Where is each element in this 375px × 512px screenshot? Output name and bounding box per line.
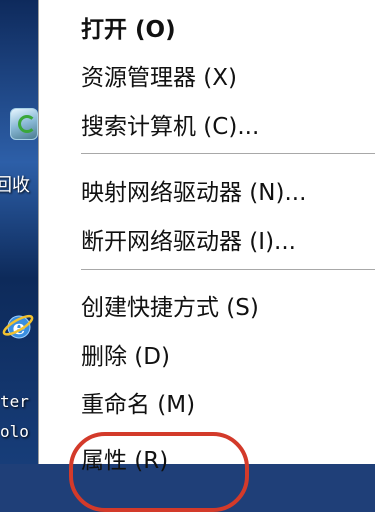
- ie-label-line2: olo: [0, 422, 29, 441]
- ie-label-line1: ter: [0, 392, 29, 411]
- menu-item-search-computer[interactable]: 搜索计算机 (C)...: [81, 107, 259, 141]
- menu-item-disconnect-network-drive[interactable]: 断开网络驱动器 (I)...: [81, 222, 296, 256]
- recycle-bin-label: 回收: [0, 175, 30, 196]
- menu-item-open[interactable]: 打开 (O): [81, 10, 176, 44]
- menu-item-delete[interactable]: 删除 (D): [81, 337, 170, 371]
- recycle-bin-icon[interactable]: [10, 108, 38, 140]
- menu-separator: [81, 269, 375, 273]
- context-menu: 打开 (O) 资源管理器 (X) 搜索计算机 (C)... 映射网络驱动器 (N…: [38, 0, 375, 512]
- menu-item-rename[interactable]: 重命名 (M): [81, 385, 195, 419]
- menu-separator: [81, 153, 375, 157]
- menu-item-map-network-drive[interactable]: 映射网络驱动器 (N)...: [81, 173, 306, 207]
- desktop-strip: 回收 e ter olo: [0, 0, 38, 464]
- menu-item-create-shortcut[interactable]: 创建快捷方式 (S): [81, 288, 259, 322]
- highlight-annotation-circle: [69, 432, 249, 512]
- internet-explorer-icon[interactable]: e: [2, 310, 36, 344]
- menu-item-explorer[interactable]: 资源管理器 (X): [81, 58, 237, 92]
